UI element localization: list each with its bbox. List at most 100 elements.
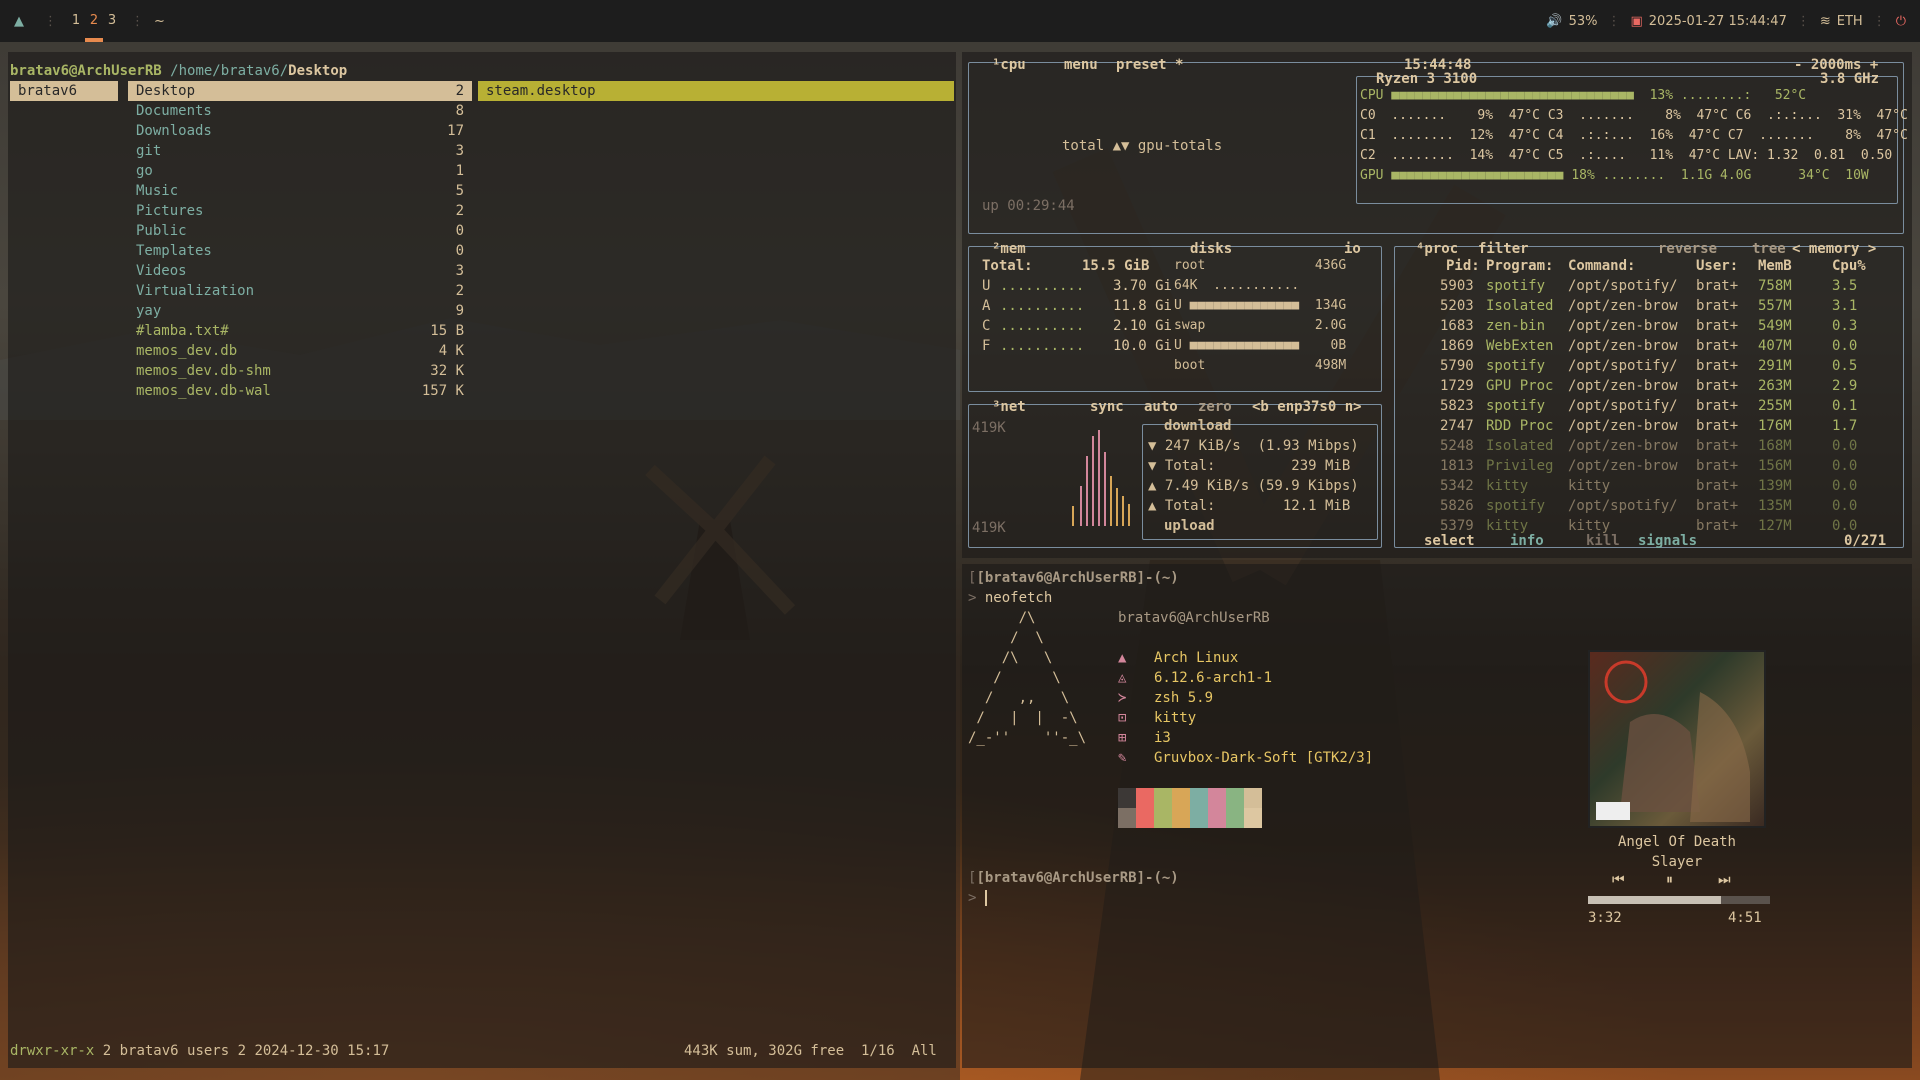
file-count: 3 xyxy=(455,263,464,279)
file-count: 2 xyxy=(455,283,464,299)
file-count: 157 K xyxy=(421,383,464,399)
volume-value[interactable]: 53% xyxy=(1569,14,1598,29)
proc-mem: 176M xyxy=(1758,418,1792,434)
ranger-file-manager[interactable]: bratav6@ArchUserRB /home/bratav6/Desktop… xyxy=(8,52,956,1068)
net-interface[interactable]: <b enp37s0 n> xyxy=(1252,398,1362,416)
arch-logo-icon[interactable]: ▲ xyxy=(14,14,24,29)
file-row[interactable]: memos_dev.db 4 K xyxy=(128,341,472,361)
file-row[interactable]: memos_dev.db-shm 32 K xyxy=(128,361,472,381)
file-row[interactable]: Desktop 2 xyxy=(128,81,472,101)
cpu-row: C2 ........ 14% 47°C C5 .:.... 11% 47°C … xyxy=(1360,148,1893,163)
cpu-tab[interactable]: ¹cpu xyxy=(992,56,1026,74)
net-scale-top: 419K xyxy=(972,420,1006,436)
file-row[interactable]: Videos 3 xyxy=(128,261,472,281)
file-row[interactable]: Virtualization 2 xyxy=(128,281,472,301)
net-title[interactable]: ³net xyxy=(992,398,1026,416)
separator: ⋮ xyxy=(1872,13,1886,29)
auto-toggle[interactable]: auto xyxy=(1144,398,1178,416)
info-button[interactable]: info xyxy=(1510,532,1544,550)
proc-row[interactable]: 2747 RDD Proc/opt/zen-brow brat+ 176M 1.7 xyxy=(1402,416,1898,436)
proc-row[interactable]: 1869 WebExten/opt/zen-brow brat+ 407M 0.0 xyxy=(1402,336,1898,356)
proc-command: /opt/zen-brow xyxy=(1568,338,1678,354)
pause-icon[interactable]: ⏸ xyxy=(1666,870,1673,890)
proc-row[interactable]: 5342 kitty kitty brat+ 139M 0.0 xyxy=(1402,476,1898,496)
proc-pid: 1729 xyxy=(1440,378,1474,394)
file-row[interactable]: go 1 xyxy=(128,161,472,181)
file-row[interactable]: yay 9 xyxy=(128,301,472,321)
file-row[interactable]: git 3 xyxy=(128,141,472,161)
preset-tab[interactable]: preset * xyxy=(1116,56,1183,74)
previous-icon[interactable]: ⏮ xyxy=(1612,870,1625,890)
elapsed-time: 3:32 xyxy=(1588,910,1622,926)
proc-program: Privileg xyxy=(1486,458,1554,474)
net-row: ▲ Total: 12.1 MiB xyxy=(1148,498,1351,514)
file-row[interactable]: Music 5 xyxy=(128,181,472,201)
cpu-row: CPU ■■■■■■■■■■■■■■■■■■■■■■■■■■■■■■■ 13% … xyxy=(1360,88,1807,103)
proc-mem: 135M xyxy=(1758,498,1792,514)
mem-key: U xyxy=(982,278,991,294)
workspace-3[interactable]: 3 xyxy=(103,0,121,42)
proc-row[interactable]: 1729 GPU Proc/opt/zen-brow brat+ 263M 2.9 xyxy=(1402,376,1898,396)
file-row[interactable]: #lamba.txt# 15 B xyxy=(128,321,472,341)
file-row[interactable]: Downloads 17 xyxy=(128,121,472,141)
disk-row: U ■■■■■■■■■■■■■■ 0B xyxy=(1174,338,1347,353)
proc-row[interactable]: 1683 zen-bin/opt/zen-brow brat+ 549M 0.3 xyxy=(1402,316,1898,336)
proc-command: /opt/spotify/ xyxy=(1568,358,1678,374)
proc-row[interactable]: 1813 Privileg/opt/zen-brow brat+ 156M 0.0 xyxy=(1402,456,1898,476)
separator: ⋮ xyxy=(131,13,144,29)
file-row[interactable]: memos_dev.db-wal 157 K xyxy=(128,381,472,401)
power-icon[interactable]: ⏻ xyxy=(1896,14,1906,29)
proc-user: brat+ xyxy=(1696,518,1739,534)
proc-row[interactable]: 5826 spotify/opt/spotify/brat+ 135M 0.0 xyxy=(1402,496,1898,516)
proc-row[interactable]: 5903 spotify/opt/spotify/brat+ 758M 3.5 xyxy=(1402,276,1898,296)
cpu-graph-label[interactable]: total ▲▼ gpu-totals xyxy=(1062,136,1222,156)
progress-bar[interactable] xyxy=(1588,896,1770,904)
proc-mem: 549M xyxy=(1758,318,1792,334)
file-name: Desktop xyxy=(136,83,196,99)
command-input[interactable]: > xyxy=(968,888,987,908)
file-name: git xyxy=(136,143,162,159)
menu-tab[interactable]: menu xyxy=(1064,56,1098,74)
preview-entry[interactable]: steam.desktop xyxy=(478,81,954,101)
arch-icon: ▲ xyxy=(1118,650,1127,666)
btop-monitor[interactable]: ¹cpu menu preset * 15:44:48 - 2000ms + R… xyxy=(962,52,1912,558)
proc-row[interactable]: 5790 spotify/opt/spotify/brat+ 291M 0.5 xyxy=(1402,356,1898,376)
workspace-1[interactable]: 1 xyxy=(67,0,85,42)
file-row[interactable]: Documents 8 xyxy=(128,101,472,121)
select-button[interactable]: select xyxy=(1424,532,1475,550)
workspace-2[interactable]: 2 xyxy=(85,0,103,42)
palette-swatch xyxy=(1190,808,1208,828)
file-row[interactable]: Templates 0 xyxy=(128,241,472,261)
file-count: 17 xyxy=(447,123,464,139)
proc-row[interactable]: 5823 spotify/opt/spotify/brat+ 255M 0.1 xyxy=(1402,396,1898,416)
zero-toggle[interactable]: zero xyxy=(1198,398,1232,416)
proc-pid: 5248 xyxy=(1440,438,1474,454)
proc-cpu: 0.5 xyxy=(1832,358,1858,374)
datetime[interactable]: 2025-01-27 15:44:47 xyxy=(1649,14,1787,29)
neofetch-value: zsh 5.9 xyxy=(1154,690,1214,706)
io-toggle[interactable]: io xyxy=(1344,240,1361,258)
volume-icon[interactable]: 🔊 xyxy=(1546,14,1562,29)
parent-dir-entry[interactable]: bratav6 xyxy=(10,81,118,101)
wifi-icon: ≋ xyxy=(1819,13,1831,29)
proc-pid: 5203 xyxy=(1440,298,1474,314)
kitty-terminal[interactable]: [[bratav6@ArchUserRB]-(~) > neofetch /\ … xyxy=(962,564,1912,1068)
next-icon[interactable]: ⏭ xyxy=(1718,870,1731,890)
proc-pid: 1869 xyxy=(1440,338,1474,354)
file-row[interactable]: Public 0 xyxy=(128,221,472,241)
file-name: #lamba.txt# xyxy=(136,323,229,339)
neofetch-value: kitty xyxy=(1154,710,1197,726)
sync-toggle[interactable]: sync xyxy=(1090,398,1124,416)
signals-button[interactable]: signals xyxy=(1638,532,1697,550)
network-status[interactable]: ETH xyxy=(1837,14,1863,29)
calendar-icon: ▣ xyxy=(1630,13,1643,29)
file-name: memos_dev.db-wal xyxy=(136,383,271,399)
proc-row[interactable]: 5248 Isolated/opt/zen-brow brat+ 168M 0.0 xyxy=(1402,436,1898,456)
neofetch-value: 6.12.6-arch1-1 xyxy=(1154,670,1273,686)
proc-row[interactable]: 5203 Isolated/opt/zen-brow brat+ 557M 3.1 xyxy=(1402,296,1898,316)
kill-button[interactable]: kill xyxy=(1586,532,1620,550)
command-line: > neofetch xyxy=(968,590,1053,606)
total-time: 4:51 xyxy=(1728,910,1762,926)
mem-value: 2.10 Gi xyxy=(1112,318,1172,334)
file-row[interactable]: Pictures 2 xyxy=(128,201,472,221)
